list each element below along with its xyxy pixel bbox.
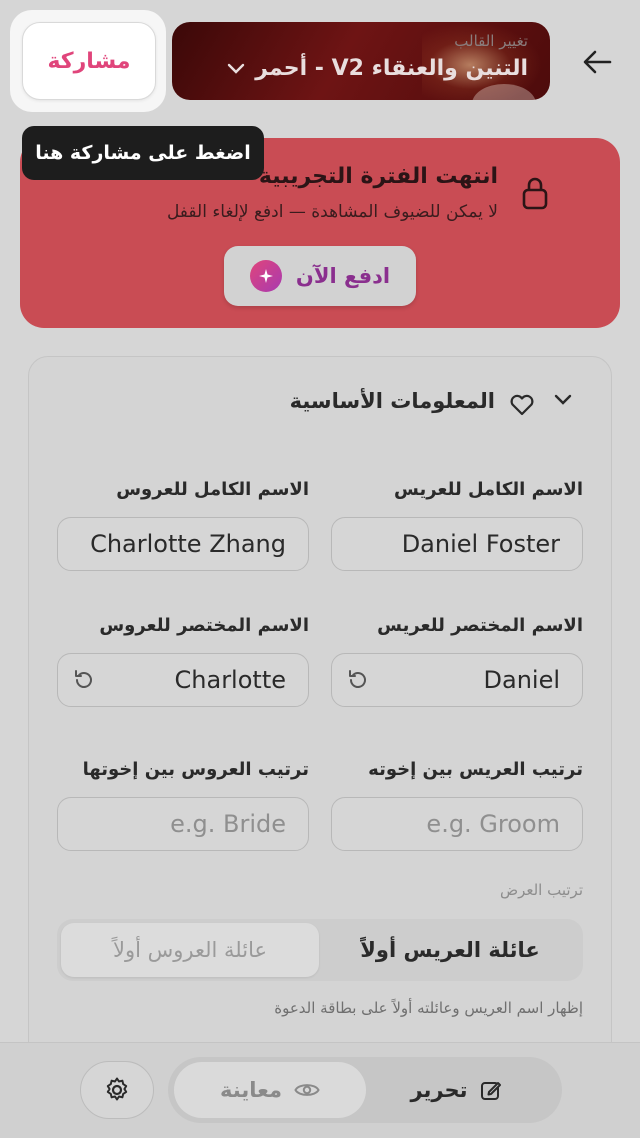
groom-full-name-label: الاسم الكامل للعريس: [394, 479, 583, 500]
arrow-left-icon: [583, 50, 612, 74]
heart-icon: [510, 394, 534, 416]
bride-full-name-label: الاسم الكامل للعروس: [116, 479, 309, 500]
preview-label: معاينة: [220, 1078, 282, 1102]
option-bride-first[interactable]: عائلة العروس أولاً: [61, 923, 319, 977]
template-selector[interactable]: تغيير القالب التنين والعنقاء V2 - أحمر: [172, 22, 550, 100]
bride-order-placeholder: e.g. Bride: [170, 810, 286, 838]
bride-short-name-label: الاسم المختصر للعروس: [99, 615, 309, 636]
edit-tab[interactable]: تحرير: [360, 1062, 552, 1118]
top-header: تغيير القالب التنين والعنقاء V2 - أحمر م…: [0, 0, 640, 118]
back-button[interactable]: [572, 38, 622, 86]
bride-full-name-input[interactable]: Charlotte Zhang: [57, 517, 309, 571]
reset-icon[interactable]: [72, 668, 96, 692]
bottom-bar: تحرير معاينة: [0, 1042, 640, 1138]
bride-short-name-value: Charlotte: [174, 666, 286, 694]
groom-short-name-input[interactable]: Daniel: [331, 653, 583, 707]
reset-icon[interactable]: [346, 668, 370, 692]
groom-full-name-input[interactable]: Daniel Foster: [331, 517, 583, 571]
edit-label: تحرير: [410, 1078, 468, 1102]
mode-toggle: تحرير معاينة: [168, 1057, 562, 1123]
groom-order-label: ترتيب العريس بين إخوته: [368, 759, 583, 780]
edit-icon: [480, 1082, 501, 1100]
section-title: المعلومات الأساسية: [289, 389, 495, 413]
preview-tab[interactable]: معاينة: [174, 1062, 366, 1118]
gear-icon: [106, 1077, 128, 1101]
template-hint: تغيير القالب: [454, 32, 528, 50]
groom-full-name-value: Daniel Foster: [401, 530, 560, 558]
share-tooltip: اضغط على مشاركة هنا: [22, 126, 264, 180]
bride-order-input[interactable]: e.g. Bride: [57, 797, 309, 851]
option-groom-first[interactable]: عائلة العريس أولاً: [321, 923, 579, 977]
groom-short-name-value: Daniel: [483, 666, 561, 694]
groom-short-name-label: الاسم المختصر للعريس: [377, 615, 583, 636]
pay-now-label: ادفع الآن: [295, 264, 391, 288]
trial-subtitle: لا يمكن للضيوف المشاهدة — ادفع لإلغاء ال…: [166, 202, 498, 222]
eye-icon: [294, 1084, 320, 1096]
bride-order-label: ترتيب العروس بين إخوتها: [82, 759, 309, 780]
bride-short-name-input[interactable]: Charlotte: [57, 653, 309, 707]
trial-title: انتهت الفترة التجريبية: [258, 164, 498, 189]
chevron-down-icon[interactable]: [553, 393, 573, 407]
groom-order-input[interactable]: e.g. Groom: [331, 797, 583, 851]
bride-full-name-value: Charlotte Zhang: [90, 530, 286, 558]
share-button[interactable]: مشاركة: [22, 22, 156, 100]
display-order-help: إظهار اسم العريس وعائلته أولاً على بطاقة…: [274, 999, 583, 1017]
pay-now-button[interactable]: ادفع الآن: [224, 246, 416, 306]
template-name: التنين والعنقاء V2 - أحمر: [227, 56, 528, 81]
settings-button[interactable]: [80, 1061, 154, 1119]
chevron-down-icon: [228, 63, 245, 74]
sparkle-icon: [249, 260, 282, 292]
lock-icon: [522, 177, 548, 210]
basic-info-card: المعلومات الأساسية الاسم الكامل للعريس ا…: [28, 356, 612, 1076]
display-order-segmented-control: عائلة العريس أولاً عائلة العروس أولاً: [57, 919, 583, 981]
display-order-label: ترتيب العرض: [499, 881, 583, 899]
template-name-text: التنين والعنقاء V2 - أحمر: [255, 56, 528, 81]
groom-order-placeholder: e.g. Groom: [426, 810, 560, 838]
